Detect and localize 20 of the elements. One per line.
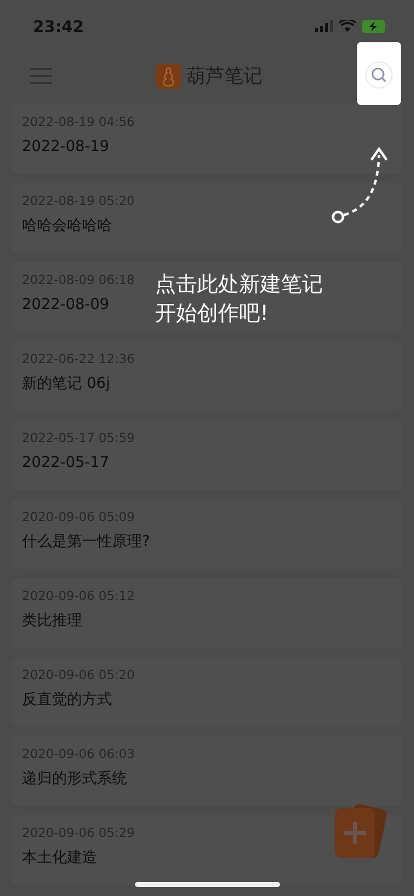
battery-icon [362, 20, 388, 32]
wifi-icon [339, 20, 356, 32]
note-title: 2022-05-17 [22, 453, 110, 471]
note-title: 新的笔记 06j [22, 374, 110, 393]
note-title: 反直觉的方式 [22, 690, 112, 709]
note-title: 本土化建造 [22, 848, 97, 867]
search-icon[interactable] [365, 60, 393, 88]
guide-text: 点击此处新建笔记 [155, 271, 323, 298]
guide-text: 开始创作吧! [155, 300, 270, 327]
note-title: 2022-08-19 [22, 137, 110, 155]
gourd-logo-icon [156, 64, 180, 88]
new-note-icon[interactable] [333, 802, 387, 860]
status-time: 23:42 [33, 16, 84, 36]
note-title: 类比推理 [22, 611, 82, 630]
note-title: 2022-08-09 [22, 295, 110, 313]
note-title: 递归的形式系统 [22, 769, 127, 788]
note-title: 哈哈会哈哈哈 [22, 216, 112, 235]
signal-icon [315, 20, 333, 32]
note-title: 什么是第一性原理? [22, 532, 150, 551]
menu-icon[interactable] [30, 68, 52, 84]
